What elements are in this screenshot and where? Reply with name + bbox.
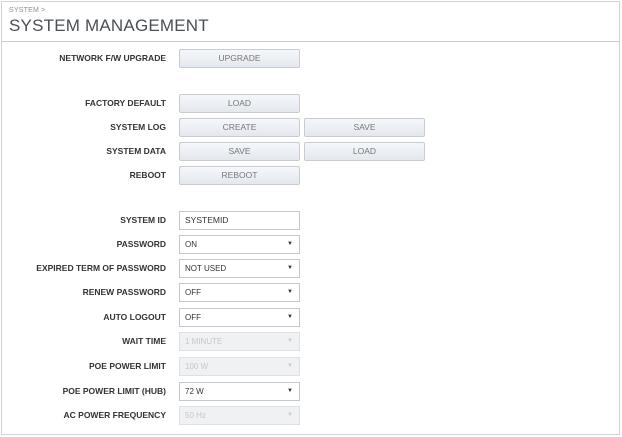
renew-password-label: RENEW PASSWORD (82, 287, 166, 297)
auto-logout-label: AUTO LOGOUT (103, 312, 166, 322)
expired-term-value: NOT USED (185, 264, 227, 273)
renew-password-select[interactable]: OFF ▼ (179, 283, 300, 302)
page-title: SYSTEM MANAGEMENT (9, 16, 209, 35)
system-data-label: SYSTEM DATA (106, 146, 166, 156)
wait-time-value: 1 MINUTE (185, 337, 223, 346)
reboot-label: REBOOT (129, 170, 166, 180)
system-log-create-button[interactable]: CREATE (179, 118, 300, 137)
system-id-input[interactable]: SYSTEMID (179, 211, 300, 230)
poe-power-limit-value: 100 W (185, 362, 209, 371)
system-management-panel: SYSTEM > SYSTEM MANAGEMENT NETWORK F/W U… (1, 1, 620, 435)
reboot-button[interactable]: REBOOT (179, 166, 300, 185)
system-data-save-button[interactable]: SAVE (179, 142, 300, 161)
password-value: ON (185, 240, 197, 249)
poe-power-limit-select: 100 W ▼ (179, 357, 300, 376)
expired-term-label: EXPIRED TERM OF PASSWORD (36, 263, 166, 273)
system-log-label: SYSTEM LOG (110, 122, 166, 132)
ac-power-frequency-label: AC POWER FREQUENCY (63, 410, 166, 420)
chevron-down-icon: ▼ (287, 363, 293, 369)
factory-default-label: FACTORY DEFAULT (85, 98, 166, 108)
ac-power-frequency-select: 50 Hz ▼ (179, 406, 300, 425)
system-id-label: SYSTEM ID (120, 215, 166, 225)
network-fw-upgrade-label: NETWORK F/W UPGRADE (59, 53, 166, 63)
auto-logout-value: OFF (185, 313, 201, 322)
breadcrumb: SYSTEM > (9, 7, 46, 14)
ac-power-frequency-value: 50 Hz (185, 411, 206, 420)
password-label: PASSWORD (116, 239, 166, 249)
poe-power-limit-hub-select[interactable]: 72 W ▼ (179, 382, 300, 401)
chevron-down-icon: ▼ (287, 289, 293, 295)
auto-logout-select[interactable]: OFF ▼ (179, 308, 300, 327)
upgrade-button[interactable]: UPGRADE (179, 49, 300, 68)
system-data-load-button[interactable]: LOAD (304, 142, 425, 161)
chevron-down-icon: ▼ (287, 241, 293, 247)
poe-power-limit-hub-value: 72 W (185, 387, 204, 396)
renew-password-value: OFF (185, 288, 201, 297)
expired-term-select[interactable]: NOT USED ▼ (179, 259, 300, 278)
system-log-save-button[interactable]: SAVE (304, 118, 425, 137)
password-select[interactable]: ON ▼ (179, 235, 300, 254)
poe-power-limit-hub-label: POE POWER LIMIT (HUB) (62, 386, 166, 396)
chevron-down-icon: ▼ (287, 338, 293, 344)
chevron-down-icon: ▼ (287, 314, 293, 320)
wait-time-select: 1 MINUTE ▼ (179, 332, 300, 351)
chevron-down-icon: ▼ (287, 388, 293, 394)
chevron-down-icon: ▼ (287, 412, 293, 418)
poe-power-limit-label: POE POWER LIMIT (89, 361, 166, 371)
page-header: SYSTEM > SYSTEM MANAGEMENT (2, 2, 619, 42)
wait-time-label: WAIT TIME (122, 336, 166, 346)
chevron-down-icon: ▼ (287, 265, 293, 271)
factory-default-load-button[interactable]: LOAD (179, 94, 300, 113)
